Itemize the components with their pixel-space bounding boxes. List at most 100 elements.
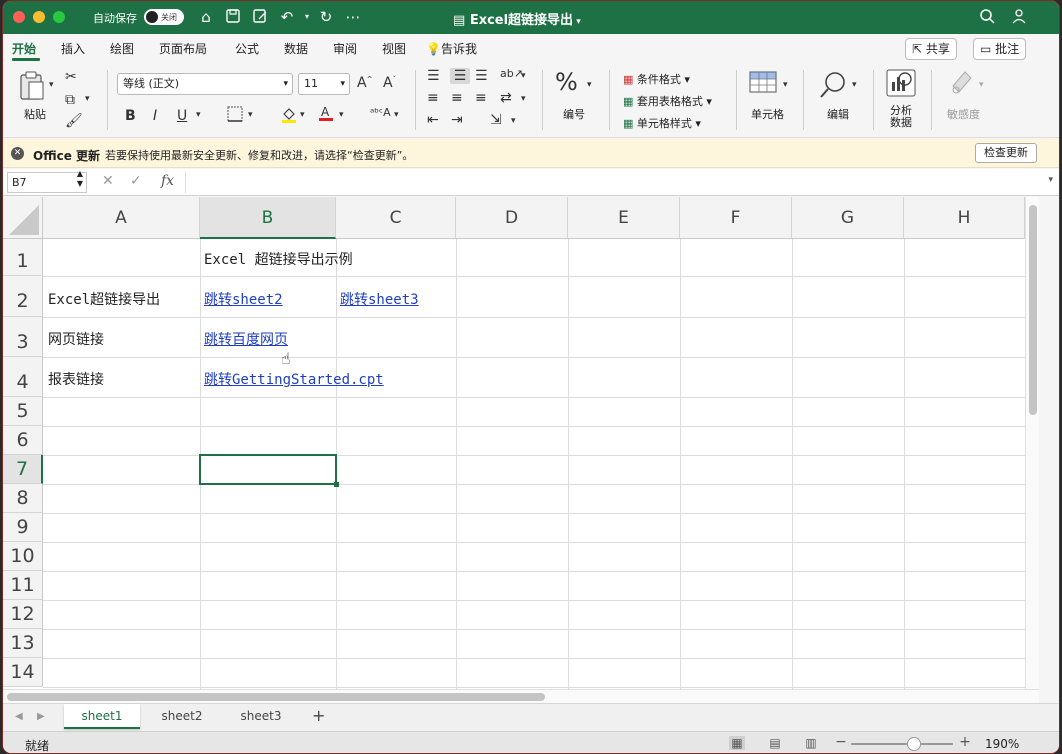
row-header-12[interactable]: 12 — [3, 600, 43, 629]
align-top-icon[interactable]: ☰ — [427, 68, 440, 84]
confirm-icon[interactable]: ✓ — [130, 173, 142, 189]
conditional-format-button[interactable]: ▦ 条件格式 ▾ — [623, 71, 690, 87]
cell-c2-link[interactable]: 跳转sheet3 — [340, 289, 419, 309]
cell-b2-link[interactable]: 跳转sheet2 — [204, 289, 283, 309]
underline-dropdown-icon[interactable]: ▾ — [196, 110, 201, 120]
sheet-tab-sheet3[interactable]: sheet3 — [223, 704, 299, 729]
borders-dropdown-icon[interactable]: ▾ — [248, 110, 253, 120]
format-painter-icon[interactable]: 🖌 — [65, 113, 83, 129]
expand-formula-icon[interactable]: ▾ — [1048, 175, 1053, 185]
number-dropdown-icon[interactable]: ▾ — [587, 80, 592, 90]
merge-cells-icon[interactable]: ⇲ — [490, 112, 502, 128]
name-box-stepper-icon[interactable]: ▲ ▼ — [77, 169, 83, 189]
font-name-select[interactable]: 等线 (正文) ▾ — [117, 73, 293, 95]
add-sheet-button[interactable]: + — [312, 706, 325, 725]
tab-formulas[interactable]: 公式 — [235, 40, 259, 57]
column-header-h[interactable]: H — [904, 197, 1025, 239]
fill-color-dropdown-icon[interactable]: ▾ — [300, 110, 305, 120]
vertical-scroll-thumb[interactable] — [1029, 205, 1037, 415]
paste-icon[interactable] — [17, 70, 47, 102]
cell-a4[interactable]: 报表链接 — [48, 369, 104, 389]
autosave-toggle[interactable]: 关闭 — [144, 9, 184, 25]
undo-dropdown-icon[interactable]: ▾ — [297, 8, 317, 26]
decrease-font-icon[interactable]: Aˇ — [383, 75, 396, 91]
zoom-out-icon[interactable]: − — [833, 734, 849, 750]
analyze-data-icon[interactable] — [885, 68, 917, 102]
row-header-9[interactable]: 9 — [3, 513, 43, 542]
tab-draw[interactable]: 绘图 — [110, 40, 134, 57]
normal-view-icon[interactable]: ▦ — [729, 736, 745, 750]
close-window-button[interactable] — [13, 11, 25, 23]
sheet-tab-sheet2[interactable]: sheet2 — [144, 704, 220, 729]
tab-page-layout[interactable]: 页面布局 — [159, 40, 207, 57]
edit-search-icon[interactable] — [818, 70, 848, 104]
cell-a2[interactable]: Excel超链接导出 — [48, 289, 160, 309]
row-header-1[interactable]: 1 — [3, 239, 43, 276]
row-header-4[interactable]: 4 — [3, 357, 43, 397]
share-button[interactable]: ⇱ 共享 — [905, 38, 957, 60]
tab-insert[interactable]: 插入 — [61, 40, 85, 57]
select-all-corner[interactable] — [3, 197, 43, 239]
cell-b4-link[interactable]: 跳转GettingStarted.cpt — [204, 369, 384, 389]
italic-button[interactable]: I — [153, 108, 157, 124]
tell-me[interactable]: 💡告诉我 — [426, 40, 477, 57]
horizontal-scrollbar[interactable] — [3, 689, 1039, 703]
column-header-a[interactable]: A — [43, 197, 200, 239]
table-format-button[interactable]: ▦ 套用表格格式 ▾ — [623, 93, 712, 109]
cell-style-button[interactable]: ▦ 单元格样式 ▾ — [623, 115, 701, 131]
align-middle-icon[interactable]: ☰ — [450, 68, 470, 84]
row-header-14[interactable]: 14 — [3, 658, 43, 687]
zoom-in-icon[interactable]: + — [957, 734, 973, 750]
font-color-icon[interactable]: A — [318, 104, 334, 126]
redo-icon[interactable]: ↻ — [316, 8, 336, 26]
copy-dropdown-icon[interactable]: ▾ — [85, 94, 90, 104]
cell-a3[interactable]: 网页链接 — [48, 329, 104, 349]
font-size-select[interactable]: 11 ▾ — [298, 73, 350, 95]
fill-color-icon[interactable] — [281, 106, 297, 128]
cell-b3-link[interactable]: 跳转百度网页 — [204, 329, 288, 349]
orientation-dropdown-icon[interactable]: ▾ — [521, 71, 526, 81]
bold-button[interactable]: B — [125, 108, 136, 124]
tab-review[interactable]: 审阅 — [333, 40, 357, 57]
horizontal-scroll-thumb[interactable] — [7, 693, 545, 701]
undo-icon[interactable]: ↶ — [277, 8, 297, 26]
next-sheet-icon[interactable]: ▶ — [37, 711, 45, 722]
borders-icon[interactable] — [227, 106, 243, 126]
copy-icon[interactable]: ⧉ — [65, 92, 75, 108]
paste-dropdown-icon[interactable]: ▾ — [49, 80, 54, 90]
tab-data[interactable]: 数据 — [284, 40, 308, 57]
column-header-f[interactable]: F — [680, 197, 792, 239]
row-header-6[interactable]: 6 — [3, 426, 43, 455]
increase-indent-icon[interactable]: ⇥ — [451, 112, 463, 128]
percent-icon[interactable]: % — [555, 68, 578, 96]
zoom-slider-track[interactable] — [851, 743, 953, 745]
cells-dropdown-icon[interactable]: ▾ — [783, 80, 788, 90]
cell-b1[interactable]: Excel 超链接导出示例 — [204, 249, 353, 269]
save-icon[interactable] — [223, 8, 243, 26]
align-left-icon[interactable]: ≡ — [427, 90, 439, 106]
account-icon[interactable] — [1009, 8, 1029, 26]
worksheet-grid[interactable]: A B C D E F G H 1 2 3 4 5 6 7 8 9 10 11 … — [3, 197, 1025, 689]
merge-dropdown-icon[interactable]: ▾ — [511, 116, 516, 126]
align-right-icon[interactable]: ≡ — [475, 90, 487, 106]
tab-view[interactable]: 视图 — [382, 40, 406, 57]
row-header-10[interactable]: 10 — [3, 542, 43, 571]
prev-sheet-icon[interactable]: ◀ — [15, 711, 23, 722]
row-header-2[interactable]: 2 — [3, 276, 43, 317]
row-header-8[interactable]: 8 — [3, 484, 43, 513]
wrap-text-icon[interactable]: ⇄ — [500, 90, 512, 106]
underline-button[interactable]: U — [177, 108, 187, 124]
title-dropdown-icon[interactable]: ▾ — [573, 17, 581, 27]
cancel-icon[interactable]: ✕ — [102, 173, 114, 189]
align-bottom-icon[interactable]: ☰ — [475, 68, 488, 84]
column-header-e[interactable]: E — [568, 197, 680, 239]
cells-icon[interactable] — [748, 68, 778, 100]
page-layout-view-icon[interactable]: ▤ — [767, 736, 783, 750]
orientation-icon[interactable]: ab↗ — [500, 67, 523, 80]
increase-font-icon[interactable]: A^ — [357, 75, 372, 91]
phonetic-icon[interactable]: ᵃᵇᶜA — [370, 106, 391, 119]
close-icon[interactable]: ✕ — [11, 147, 24, 160]
row-header-11[interactable]: 11 — [3, 571, 43, 600]
selected-cell-b7[interactable] — [199, 454, 339, 487]
tab-home[interactable]: 开始 — [12, 40, 36, 57]
